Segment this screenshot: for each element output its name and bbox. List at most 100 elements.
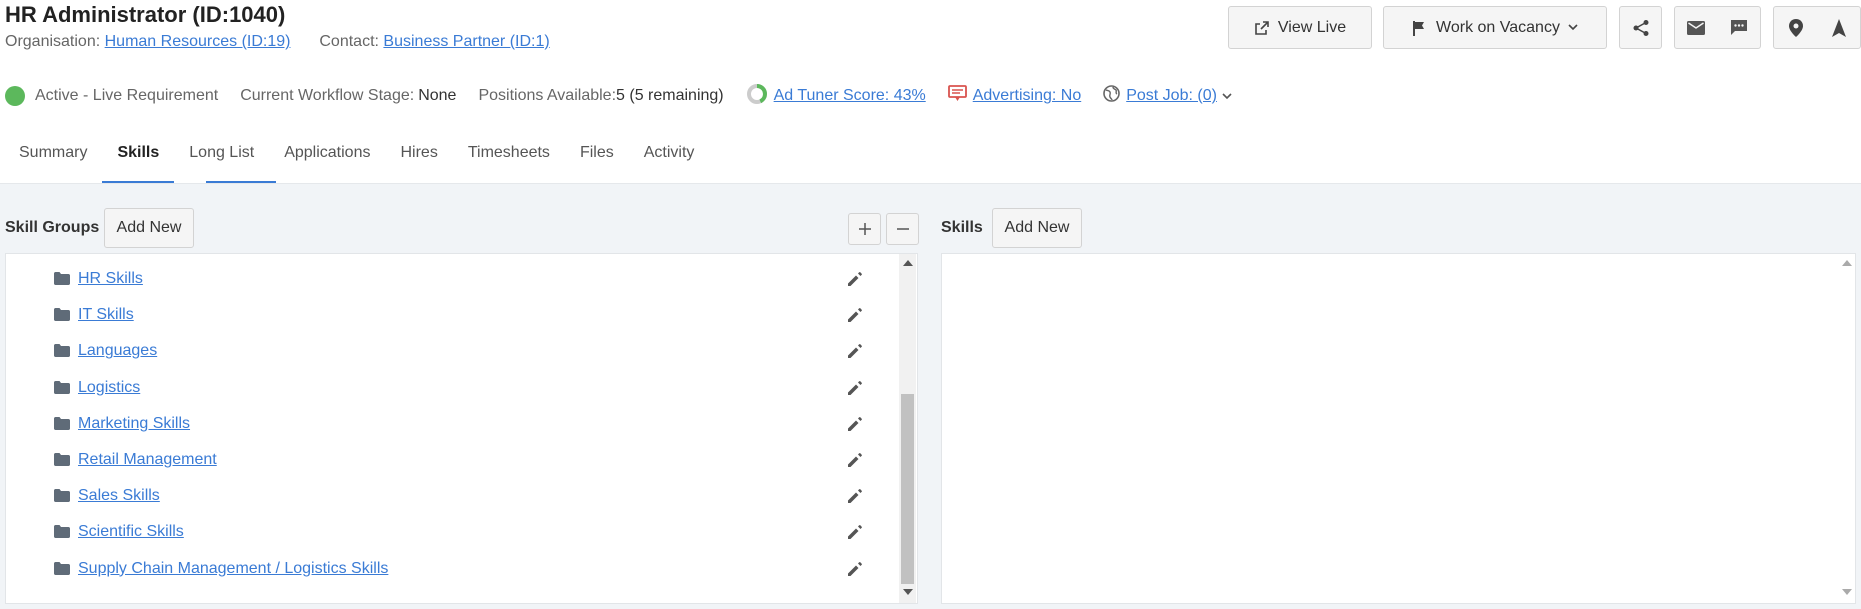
skill-group-row: Languages [6,336,899,366]
contact-label: Contact: [319,33,379,50]
post-job: Post Job: (0) [1103,85,1232,107]
organisation-label: Organisation: [5,33,101,50]
skill-group-row: Scientific Skills [6,517,899,547]
plus-icon [858,223,871,235]
skill-groups-title: Skill Groups [5,219,100,236]
tab-files[interactable]: Files [565,134,629,184]
edit-pencil-icon[interactable] [846,560,864,582]
skill-group-row: Marketing Skills [6,409,899,439]
skill-group-link[interactable]: Retail Management [78,451,217,469]
ad-tuner-score: Ad Tuner Score: 43% [746,83,926,110]
folder-icon [54,308,70,325]
email-icon[interactable] [1687,20,1706,35]
advertising-icon [947,85,967,107]
edit-pencil-icon[interactable] [846,451,864,473]
folder-icon [54,561,70,579]
skill-group-link[interactable]: Supply Chain Management / Logistics Skil… [78,560,388,578]
status-dot [5,86,25,106]
edit-pencil-icon[interactable] [846,523,864,545]
workflow-label: Current Workflow Stage: [240,87,415,104]
skill-group-link[interactable]: Marketing Skills [78,415,190,433]
edit-pencil-icon[interactable] [846,306,864,328]
tab-bar: Summary Skills Long List Applications Hi… [0,134,709,184]
chevron-down-icon[interactable] [1222,87,1232,105]
folder-icon [54,525,70,542]
scrollbar-thumb[interactable] [901,394,914,584]
globe-icon [1103,85,1121,107]
skills-scrollbar[interactable] [1839,254,1855,603]
expand-all-button[interactable] [848,213,881,245]
folder-icon [54,489,70,506]
chevron-down-icon [1568,24,1578,31]
edit-pencil-icon[interactable] [846,342,864,364]
flag-icon [1412,20,1426,36]
view-live-label: View Live [1277,18,1347,36]
skill-group-row: HR Skills [6,264,899,294]
edit-pencil-icon[interactable] [846,415,864,437]
tab-applications[interactable]: Applications [269,134,385,184]
minus-icon [896,223,909,235]
positions-label: Positions Available: [478,87,617,104]
positions-value: 5 (5 remaining) [616,87,724,104]
skill-group-link[interactable]: IT Skills [78,306,134,324]
skills-title: Skills [941,219,983,236]
collapse-all-button[interactable] [886,213,919,245]
positions-available: Positions Available: 5 (5 remaining) [478,87,723,105]
share-icon [1632,19,1650,37]
active-status: Active - Live Requirement [5,86,218,106]
work-on-vacancy-button[interactable]: Work on Vacancy [1383,6,1607,49]
scroll-up-arrow-icon[interactable] [903,260,913,266]
work-on-vacancy-label: Work on Vacancy [1436,18,1560,36]
scroll-down-arrow-icon[interactable] [903,589,913,595]
scroll-down-arrow-icon[interactable] [1842,589,1852,595]
add-skill-button[interactable]: Add New [992,208,1082,248]
page-header: HR Administrator (ID:1040) Organisation:… [5,2,550,51]
share-button[interactable] [1619,6,1662,49]
advertising-status: Advertising: No [947,85,1082,107]
edit-pencil-icon[interactable] [846,487,864,509]
ad-tuner-link[interactable]: Ad Tuner Score: 43% [774,87,926,105]
post-job-link[interactable]: Post Job: (0) [1126,87,1217,105]
add-skill-group-label: Add New [116,219,182,236]
skill-group-link[interactable]: Languages [78,342,157,360]
tab-timesheets[interactable]: Timesheets [453,134,565,184]
folder-icon [54,272,70,289]
chat-icon[interactable] [1730,19,1748,36]
skill-group-row: Retail Management [6,445,899,475]
scroll-up-arrow-icon[interactable] [1842,260,1852,266]
external-link-icon [1254,20,1270,36]
skills-panel [941,253,1856,604]
skill-group-link[interactable]: Logistics [78,379,140,397]
workflow-stage: Current Workflow Stage: None [240,87,456,105]
skill-group-row: Logistics [6,373,899,403]
skill-group-row: IT Skills [6,300,899,330]
add-skill-group-button[interactable]: Add New [104,208,194,248]
location-button-group [1773,6,1861,49]
tab-summary[interactable]: Summary [0,134,102,184]
skill-groups-scrollbar[interactable] [899,254,916,603]
tab-long-list[interactable]: Long List [174,134,269,184]
contact-link[interactable]: Business Partner (ID:1) [383,33,549,50]
workflow-value: None [418,87,457,104]
view-live-button[interactable]: View Live [1228,6,1372,49]
edit-pencil-icon[interactable] [846,379,864,401]
skill-group-row: Sales Skills [6,481,899,511]
ad-tuner-gauge-icon [746,83,768,110]
skill-group-link[interactable]: Sales Skills [78,487,160,505]
organisation-link[interactable]: Human Resources (ID:19) [105,33,291,50]
skill-group-link[interactable]: Scientific Skills [78,523,184,541]
edit-pencil-icon[interactable] [846,270,864,292]
folder-icon [54,380,70,398]
tab-activity[interactable]: Activity [629,134,710,184]
skill-groups-list: HR Skills IT Skills Languages Logistics Mark… [6,254,899,603]
map-pin-icon[interactable] [1788,18,1803,37]
tab-hires[interactable]: Hires [385,134,452,184]
tab-skills[interactable]: Skills [102,134,276,184]
skill-group-row: Supply Chain Management / Logistics Skil… [6,554,899,584]
skill-group-link[interactable]: HR Skills [78,270,143,288]
navigation-arrow-icon[interactable] [1831,18,1846,37]
folder-icon [54,344,70,361]
status-bar: Active - Live Requirement Current Workfl… [5,83,1254,110]
advertising-link[interactable]: Advertising: No [973,87,1082,105]
active-status-text: Active - Live Requirement [35,87,219,104]
